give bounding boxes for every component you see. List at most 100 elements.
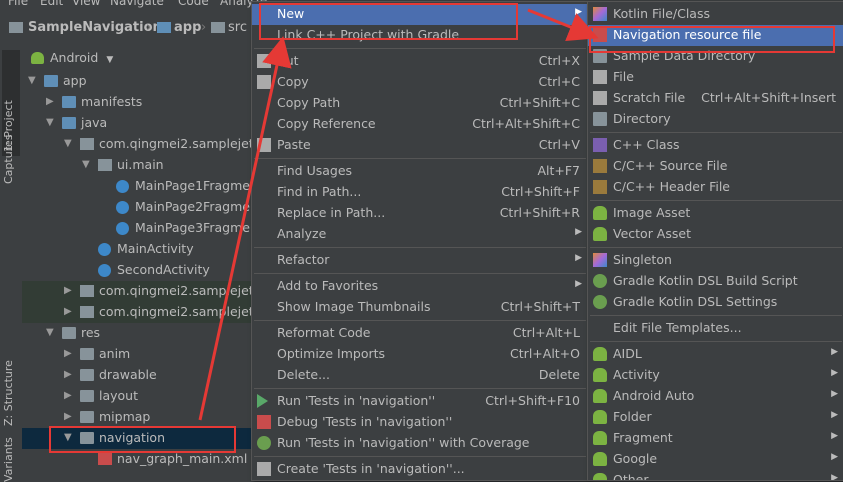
breadcrumb-project[interactable]: SampleNavigation [28, 20, 162, 35]
menu-item-file[interactable]: File [588, 67, 843, 88]
menu-item-shortcut: Ctrl+Alt+Shift+C [472, 116, 580, 131]
menu-item-label: Kotlin File/Class [613, 6, 710, 21]
package-icon [98, 159, 112, 171]
menu-item-optimize-imports[interactable]: Optimize Imports Ctrl+Alt+O [252, 344, 588, 365]
menu-item-google[interactable]: Google ▶ [588, 449, 843, 470]
menu-item-find-usages[interactable]: Find Usages Alt+F7 [252, 161, 588, 182]
menu-item-label: Other [613, 472, 649, 481]
tree-item[interactable]: ▼ com.qingmei2.samplejetpa [22, 134, 260, 155]
collapse-arrow-icon[interactable]: ▶ [64, 411, 72, 422]
tree-item[interactable]: ▶ mipmap [22, 407, 260, 428]
tree-item[interactable]: MainPage1Fragment [22, 176, 260, 197]
tree-item[interactable]: ▶ com.qingmei2.samplejetpa [22, 281, 260, 302]
menu-navigate[interactable]: Navigate [110, 0, 164, 8]
expand-arrow-icon[interactable]: ▼ [46, 327, 54, 338]
menu-item-paste[interactable]: Paste Ctrl+V [252, 135, 588, 156]
menu-file[interactable]: File [8, 0, 28, 8]
debug-icon [257, 415, 271, 429]
menu-item-android-auto[interactable]: Android Auto ▶ [588, 386, 843, 407]
menu-code[interactable]: Code [178, 0, 209, 8]
menu-item-c-class[interactable]: C++ Class [588, 135, 843, 156]
menu-item-label: Android Auto [613, 388, 695, 403]
menu-item-aidl[interactable]: AIDL ▶ [588, 344, 843, 365]
breadcrumb-folder[interactable]: src [228, 20, 247, 35]
menu-item-add-to-favorites[interactable]: Add to Favorites ▶ [252, 276, 588, 297]
tree-item[interactable]: ▶ manifests [22, 92, 260, 113]
menu-item-copy-path[interactable]: Copy Path Ctrl+Shift+C [252, 93, 588, 114]
menu-item-scratch-file[interactable]: Scratch File Ctrl+Alt+Shift+Insert [588, 88, 843, 109]
menu-item-copy-reference[interactable]: Copy Reference Ctrl+Alt+Shift+C [252, 114, 588, 135]
menu-item-other[interactable]: Other ▶ [588, 470, 843, 481]
collapse-arrow-icon[interactable]: ▶ [64, 306, 72, 317]
tree-item[interactable]: ▶ com.qingmei2.samplejetpa [22, 302, 260, 323]
tree-item[interactable]: ▼ java [22, 113, 260, 134]
menu-item-edit-file-templates[interactable]: Edit File Templates... [588, 318, 843, 339]
menu-item-gradle-kotlin-dsl-settings[interactable]: Gradle Kotlin DSL Settings [588, 292, 843, 313]
android-icon [593, 227, 607, 241]
tree-item[interactable]: ▼ res [22, 323, 260, 344]
tool-tab-variants[interactable]: Variants [2, 437, 20, 482]
expand-arrow-icon[interactable]: ▼ [28, 75, 36, 86]
menu-view[interactable]: View [72, 0, 100, 8]
menu-item-create-tests-in-navigation[interactable]: Create 'Tests in 'navigation''... [252, 459, 588, 480]
collapse-arrow-icon[interactable]: ▶ [64, 285, 72, 296]
menu-item-image-asset[interactable]: Image Asset [588, 203, 843, 224]
src-folder-icon [211, 22, 225, 33]
menu-item-label: AIDL [613, 346, 642, 361]
menu-item-activity[interactable]: Activity ▶ [588, 365, 843, 386]
menu-item-analyze[interactable]: Analyze ▶ [252, 224, 588, 245]
kotlin-icon [116, 222, 129, 235]
breadcrumb-module[interactable]: app [174, 20, 201, 35]
kotlin-icon [593, 253, 607, 267]
menu-item-label: File [613, 69, 634, 84]
menu-item-copy[interactable]: Copy Ctrl+C [252, 72, 588, 93]
menu-item-singleton[interactable]: Singleton [588, 250, 843, 271]
menu-item-debug-tests-in-navigation[interactable]: Debug 'Tests in 'navigation'' [252, 412, 588, 433]
menu-item-label: C/C++ Source File [613, 158, 728, 173]
tree-item[interactable]: ▶ drawable [22, 365, 260, 386]
tree-item[interactable]: MainActivity [22, 239, 260, 260]
tool-tab-structure[interactable]: Z: Structure [2, 346, 20, 426]
file-icon [593, 70, 607, 84]
folder-icon [80, 348, 94, 360]
menu-item-folder[interactable]: Folder ▶ [588, 407, 843, 428]
tree-item[interactable]: ▶ layout [22, 386, 260, 407]
menu-item-run-tests-in-navigation[interactable]: Run 'Tests in 'navigation'' Ctrl+Shift+F1… [252, 391, 588, 412]
menu-item-fragment[interactable]: Fragment ▶ [588, 428, 843, 449]
tree-item[interactable]: ▼ ui.main [22, 155, 260, 176]
tree-item[interactable]: MainPage3Fragment [22, 218, 260, 239]
collapse-arrow-icon[interactable]: ▶ [64, 348, 72, 359]
menu-item-c-c-header-file[interactable]: C/C++ Header File [588, 177, 843, 198]
menu-item-directory[interactable]: Directory [588, 109, 843, 130]
submenu-arrow-icon: ▶ [831, 368, 838, 378]
collapse-arrow-icon[interactable]: ▶ [64, 369, 72, 380]
expand-arrow-icon[interactable]: ▼ [64, 138, 72, 149]
menu-item-find-in-path[interactable]: Find in Path... Ctrl+Shift+F [252, 182, 588, 203]
menu-item-run-tests-in-navigation-with-coverage[interactable]: Run 'Tests in 'navigation'' with Coverag… [252, 433, 588, 454]
menu-item-delete[interactable]: Delete... Delete [252, 365, 588, 386]
expand-arrow-icon[interactable]: ▼ [82, 159, 90, 170]
tree-item[interactable]: SecondActivity [22, 260, 260, 281]
menu-item-vector-asset[interactable]: Vector Asset [588, 224, 843, 245]
menu-item-c-c-source-file[interactable]: C/C++ Source File [588, 156, 843, 177]
menu-item-cut[interactable]: Cut Ctrl+X [252, 51, 588, 72]
tool-tab-captures[interactable]: Captures [2, 135, 20, 184]
menu-item-label: Cut [277, 53, 299, 68]
menu-item-label: Run 'Tests in 'navigation'' [277, 393, 436, 408]
expand-arrow-icon[interactable]: ▼ [46, 117, 54, 128]
menu-item-reformat-code[interactable]: Reformat Code Ctrl+Alt+L [252, 323, 588, 344]
tree-item[interactable]: MainPage2Fragment [22, 197, 260, 218]
collapse-arrow-icon[interactable]: ▶ [46, 96, 54, 107]
menu-separator [590, 315, 842, 316]
collapse-arrow-icon[interactable]: ▶ [64, 390, 72, 401]
menu-item-refactor[interactable]: Refactor ▶ [252, 250, 588, 271]
menu-edit[interactable]: Edit [40, 0, 63, 8]
tree-item[interactable]: ▼ app [22, 71, 260, 92]
menu-item-kotlin-file-class[interactable]: Kotlin File/Class [588, 4, 843, 25]
menu-item-show-image-thumbnails[interactable]: Show Image Thumbnails Ctrl+Shift+T [252, 297, 588, 318]
submenu-arrow-icon: ▶ [831, 452, 838, 462]
view-selector[interactable]: Android ▼ [50, 50, 113, 65]
tree-item[interactable]: ▶ anim [22, 344, 260, 365]
menu-item-gradle-kotlin-dsl-build-script[interactable]: Gradle Kotlin DSL Build Script [588, 271, 843, 292]
menu-item-replace-in-path[interactable]: Replace in Path... Ctrl+Shift+R [252, 203, 588, 224]
